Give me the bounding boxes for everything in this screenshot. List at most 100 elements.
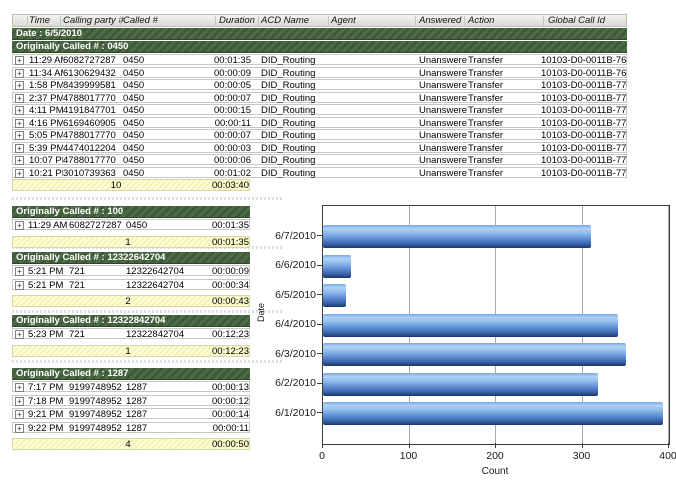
cell-action: Transfer: [468, 56, 538, 65]
cell-calling: 9199748952: [69, 410, 124, 419]
expand-icon[interactable]: +: [15, 267, 24, 276]
cell-duration: 00:00:06: [205, 156, 251, 165]
expand-icon[interactable]: +: [15, 156, 24, 165]
y-axis-title: Date: [256, 303, 266, 322]
expand-icon[interactable]: +: [15, 56, 24, 65]
expand-icon[interactable]: +: [15, 69, 24, 78]
cell-called: 0450: [123, 156, 203, 165]
table-row: +11:29 AM6082727287045000:01:35DID_Routi…: [12, 54, 627, 65]
expand-icon[interactable]: +: [15, 169, 24, 178]
summary-count: 10: [101, 181, 131, 191]
group-summary-row: 100:12:23: [12, 345, 250, 357]
cell-called: 0450: [123, 69, 203, 78]
expand-icon[interactable]: +: [15, 81, 24, 90]
expand-icon[interactable]: +: [15, 397, 24, 406]
cell-action: Transfer: [468, 131, 538, 140]
column-header: Time: [29, 15, 50, 27]
expand-icon[interactable]: +: [15, 106, 24, 115]
bar[interactable]: [323, 225, 591, 248]
bar[interactable]: [323, 284, 346, 307]
cell-called: 1287: [126, 397, 198, 406]
expand-icon[interactable]: +: [15, 144, 24, 153]
separator: [12, 360, 282, 363]
cell-calling: 9199748952: [69, 383, 124, 392]
expand-icon[interactable]: +: [15, 410, 24, 419]
cell-time: 5:05 PM: [29, 131, 63, 140]
table-row: +4:11 PM4191847701045000:00:15DID_Routin…: [12, 104, 627, 115]
cell-time: 7:17 PM: [28, 383, 68, 392]
plot-area: [322, 205, 670, 445]
summary-count: 4: [113, 440, 143, 450]
cell-answered: Unanswered: [419, 69, 467, 78]
column-header: Called #: [123, 15, 158, 27]
x-tick-label: 0: [302, 450, 342, 462]
cell-duration: 00:00:13: [201, 383, 249, 392]
column-header: Calling party #: [63, 15, 124, 27]
expand-icon[interactable]: +: [15, 221, 24, 230]
cell-called: 0450: [123, 131, 203, 140]
group-band: Originally Called # : 100: [12, 206, 250, 218]
cell-called: 12322842704: [126, 330, 198, 339]
bar[interactable]: [323, 314, 618, 337]
expand-icon[interactable]: +: [15, 383, 24, 392]
y-category-label: 6/3/2010: [268, 348, 316, 360]
y-category-label: 6/2/2010: [268, 377, 316, 389]
group-summary-row: 100:01:35: [12, 236, 250, 248]
table-row: +7:18 PM9199748952128700:00:12: [12, 395, 250, 406]
cell-answered: Unanswered: [419, 94, 467, 103]
column-header: Action: [468, 15, 494, 27]
expand-icon[interactable]: +: [15, 94, 24, 103]
expand-icon[interactable]: +: [15, 424, 24, 433]
cell-time: 9:21 PM: [28, 410, 68, 419]
summary-total-duration: 00:12:23: [201, 347, 249, 357]
header-divider: [464, 16, 465, 25]
cell-time: 4:11 PM: [29, 106, 63, 115]
expand-icon[interactable]: +: [15, 131, 24, 140]
bar[interactable]: [323, 402, 663, 425]
bar[interactable]: [323, 343, 626, 366]
cell-duration: 00:00:07: [205, 131, 251, 140]
cell-calling: 4788017770: [63, 94, 121, 103]
cell-gcid: 10103-D0-0011B-768: [541, 56, 627, 65]
column-header: ACD Name: [261, 15, 309, 27]
cell-called: 12322642704: [126, 281, 198, 290]
cell-gcid: 10103-D0-0011B-77E: [541, 156, 627, 165]
y-axis-tick: [317, 383, 322, 384]
cell-gcid: 10103-D0-0011B-772: [541, 106, 627, 115]
expand-icon[interactable]: +: [15, 119, 24, 128]
column-header: Answered: [419, 15, 461, 27]
cell-duration: 00:12:23: [201, 330, 249, 339]
cell-called: 1287: [126, 410, 198, 419]
cell-calling: 6130629432: [63, 69, 121, 78]
y-axis-tick: [317, 235, 322, 236]
cell-duration: 00:00:12: [201, 397, 249, 406]
table-row: +10:21 PM3010739363045000:01:02DID_Routi…: [12, 167, 627, 178]
cell-time: 2:37 PM: [29, 94, 63, 103]
bar[interactable]: [323, 255, 351, 278]
bar[interactable]: [323, 373, 598, 396]
summary-total-duration: 00:00:50: [201, 440, 249, 450]
expand-icon[interactable]: +: [15, 281, 24, 290]
cell-calling: 8439999581: [63, 81, 121, 90]
cell-duration: 00:00:03: [205, 144, 251, 153]
cell-answered: Unanswered: [419, 81, 467, 90]
y-category-label: 6/4/2010: [268, 318, 316, 330]
table-row: +11:29 AM6082727287045000:01:35: [12, 219, 250, 230]
x-axis-tick: [322, 443, 323, 448]
cell-time: 5:21 PM: [28, 267, 68, 276]
cell-gcid: 10103-D0-0011B-770: [541, 81, 627, 90]
expand-icon[interactable]: +: [15, 330, 24, 339]
table-row: +9:22 PM9199748952128700:00:11: [12, 422, 250, 433]
cell-action: Transfer: [468, 144, 538, 153]
cell-time: 5:23 PM: [28, 330, 68, 339]
y-axis-tick: [317, 412, 322, 413]
cell-action: Transfer: [468, 106, 538, 115]
cell-called: 0450: [126, 221, 198, 230]
y-category-label: 6/5/2010: [268, 289, 316, 301]
cell-called: 0450: [123, 56, 203, 65]
cell-called: 1287: [126, 424, 198, 433]
table-row: +5:21 PM7211232264270400:00:09: [12, 265, 250, 276]
cell-duration: 00:00:14: [201, 410, 249, 419]
x-tick-label: 100: [389, 450, 429, 462]
x-tick-label: 200: [475, 450, 515, 462]
